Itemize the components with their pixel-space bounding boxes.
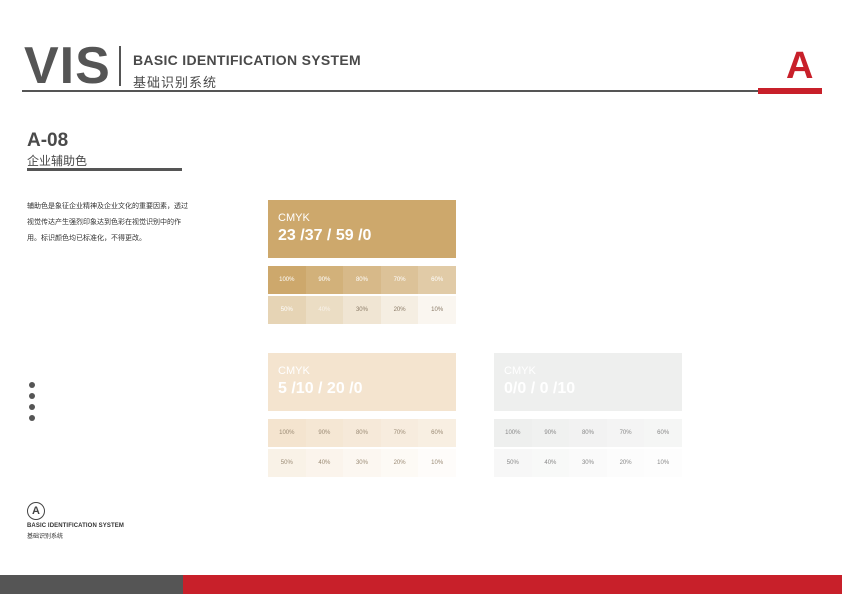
tint-cell: 30% (343, 296, 381, 324)
tint-cell: 20% (380, 296, 419, 324)
tint-cell: 40% (305, 449, 344, 477)
tint-cell: 80% (343, 266, 381, 294)
footer-title-en: BASIC IDENTIFICATION SYSTEM (27, 523, 124, 529)
tint-cell: 40% (531, 449, 570, 477)
tint-cell: 20% (606, 449, 645, 477)
tint-cell: 50% (494, 449, 532, 477)
swatch-gold: CMYK 23 /37 / 59 /0 (268, 200, 456, 258)
swatch-gray: CMYK 0/0 / 0 /10 (494, 353, 682, 411)
tint-cell: 10% (418, 449, 456, 477)
section-code: A-08 (27, 130, 69, 151)
header-title-en: BASIC IDENTIFICATION SYSTEM (133, 52, 361, 68)
footer-bar-gray (0, 575, 183, 594)
tint-row-gray-top: 100% 90% 80% 70% 60% (494, 419, 682, 447)
tint-row-gold-bottom: 50% 40% 30% 20% 10% (268, 296, 456, 324)
tint-cell: 10% (418, 296, 456, 324)
tint-cell: 70% (380, 266, 419, 294)
more-dots-icon (29, 382, 35, 426)
tint-row-gray-bottom: 50% 40% 30% 20% 10% (494, 449, 682, 477)
header-title-cn: 基础识别系统 (133, 75, 218, 90)
tint-cell: 30% (343, 449, 381, 477)
swatch-label: CMYK (504, 365, 536, 377)
section-description: 辅助色是象征企业精神及企业文化的重要因素，透过视觉传达产生强烈印象达到色彩在视觉… (27, 203, 188, 242)
tint-cell: 50% (268, 296, 306, 324)
tint-cell: 10% (644, 449, 682, 477)
tint-row-gold-top: 100% 90% 80% 70% 60% (268, 266, 456, 294)
tint-row-beige-bottom: 50% 40% 30% 20% 10% (268, 449, 456, 477)
swatch-values: 5 /10 / 20 /0 (278, 380, 363, 397)
tint-cell: 100% (494, 419, 532, 447)
tint-cell: 50% (268, 449, 306, 477)
swatch-beige: CMYK 5 /10 / 20 /0 (268, 353, 456, 411)
header-rule (22, 90, 760, 92)
tint-cell: 90% (305, 419, 344, 447)
section-underline (27, 168, 182, 171)
swatch-label: CMYK (278, 365, 310, 377)
tint-cell: 70% (380, 419, 419, 447)
tint-cell: 80% (569, 419, 607, 447)
tint-cell: 20% (380, 449, 419, 477)
header-divider (119, 46, 121, 86)
tint-cell: 90% (531, 419, 570, 447)
footer-bar-red (183, 575, 842, 594)
swatch-values: 0/0 / 0 /10 (504, 380, 576, 397)
tint-cell: 90% (305, 266, 344, 294)
tint-cell: 60% (418, 266, 456, 294)
section-title: 企业辅助色 (27, 154, 88, 168)
tint-cell: 60% (644, 419, 682, 447)
tint-cell: 80% (343, 419, 381, 447)
tint-cell: 100% (268, 266, 306, 294)
header-red-accent (758, 88, 822, 94)
footer-title-cn: 基础识别系统 (27, 534, 64, 540)
tint-cell: 70% (606, 419, 645, 447)
vis-title: VIS (24, 37, 111, 95)
tint-cell: 40% (305, 296, 344, 324)
tint-cell: 60% (418, 419, 456, 447)
swatch-label: CMYK (278, 212, 310, 224)
swatch-values: 23 /37 / 59 /0 (278, 227, 372, 244)
tint-cell: 30% (569, 449, 607, 477)
section-letter: A (786, 45, 814, 87)
brand-logo-icon: A (27, 502, 45, 520)
tint-row-beige-top: 100% 90% 80% 70% 60% (268, 419, 456, 447)
tint-cell: 100% (268, 419, 306, 447)
